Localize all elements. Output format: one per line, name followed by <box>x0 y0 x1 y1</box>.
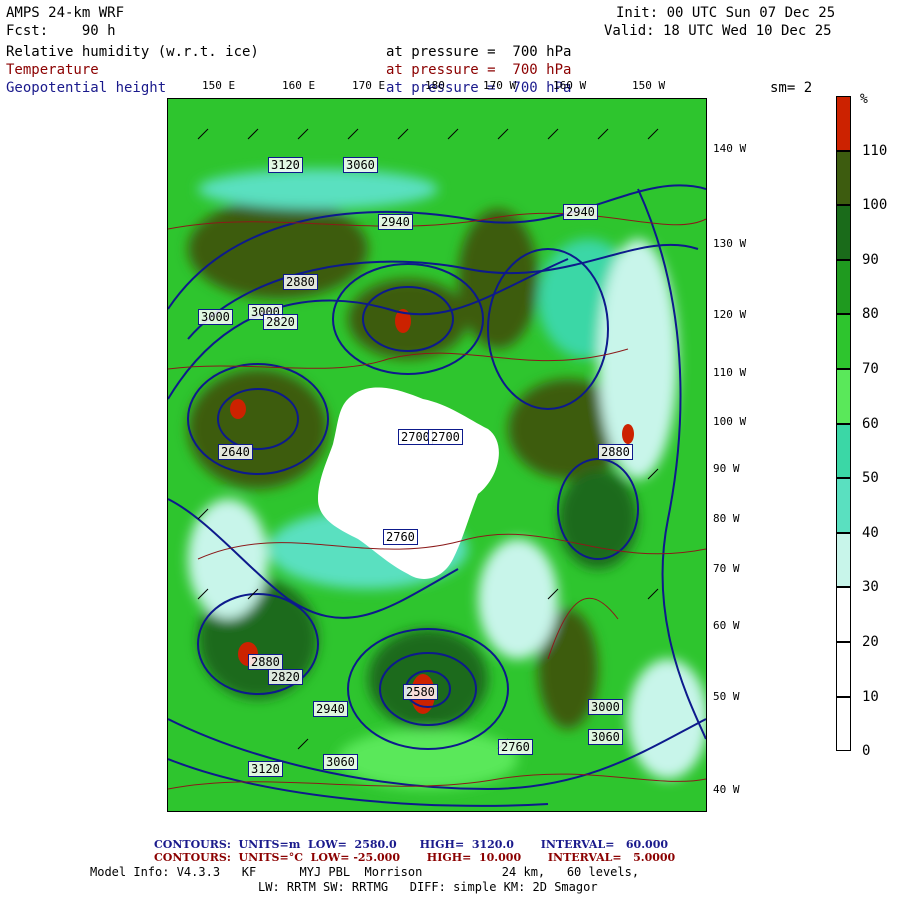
longitude-label: 150 E <box>202 79 236 92</box>
latitude-label: 70 W <box>713 562 740 575</box>
height-contour-label: 2820 <box>263 314 298 330</box>
latitude-label: 120 W <box>713 308 747 321</box>
height-contour-label: 2760 <box>498 739 533 755</box>
longitude-label: 170 W <box>483 79 517 92</box>
colorbar-tick-label: 60 <box>862 415 879 432</box>
height-contour-label: 2880 <box>283 274 318 290</box>
longitude-label: 160 E <box>282 79 316 92</box>
height-contour-label: 3000 <box>588 699 623 715</box>
height-contour-label: 2880 <box>248 654 283 670</box>
height-contour-label: 2700 <box>428 429 463 445</box>
latitude-label: 50 W <box>713 690 740 703</box>
footer-height-contours: CONTOURS: UNITS=m LOW= 2580.0 HIGH= 3120… <box>154 838 668 851</box>
colorbar-tick-label: 100 <box>862 197 888 214</box>
smoothing-label: sm= 2 <box>770 80 813 96</box>
latitude-label: 80 W <box>713 512 740 525</box>
model-title: AMPS 24-km WRF <box>6 5 125 21</box>
longitude-label: 160 W <box>553 79 587 92</box>
colorbar-segment <box>836 259 851 315</box>
colorbar-tick-label: 20 <box>862 634 879 650</box>
colorbar-segment <box>836 150 851 206</box>
latitude-label: 40 W <box>713 783 740 796</box>
height-contour-label: 2940 <box>378 214 413 230</box>
height-contour-label: 2760 <box>383 529 418 545</box>
latitude-label: 110 W <box>713 366 747 379</box>
colorbar-unit: % <box>860 92 868 107</box>
latitude-label: 140 W <box>713 142 747 155</box>
forecast-hour: Fcst: 90 h <box>6 23 116 39</box>
colorbar-segment <box>836 478 851 533</box>
field3-name: Geopotential height <box>6 80 167 96</box>
height-contour-label: 3060 <box>588 729 623 745</box>
field2-name: Temperature <box>6 62 99 78</box>
longitude-label: 180 <box>425 79 445 92</box>
map-panel: 3120 3060 3000 2940 2880 2820 2760 2700 2640 2580… <box>167 98 707 812</box>
valid-time: Valid: 18 UTC Wed 10 Dec 25 <box>604 23 832 39</box>
init-time: Init: 00 UTC Sun 07 Dec 25 <box>616 5 836 21</box>
colorbar-tick-label: 10 <box>862 688 879 705</box>
height-contour-label: 3120 <box>248 761 283 777</box>
colorbar-segment <box>836 205 851 260</box>
colorbar-tick-label: 30 <box>862 579 879 596</box>
colorbar-segment <box>836 642 851 697</box>
footer-physics-info: LW: RRTM SW: RRTMG DIFF: simple KM: 2D S… <box>258 880 598 894</box>
height-contour-label: 3060 <box>323 754 358 770</box>
height-contour-label: 2940 <box>313 701 348 717</box>
colorbar-tick-label: 50 <box>862 470 879 487</box>
latitude-label: 60 W <box>713 619 740 632</box>
colorbar-segment <box>836 696 851 752</box>
latitude-label: 90 W <box>713 462 740 475</box>
height-contour-label: 3000 <box>198 309 233 325</box>
field1-level: at pressure = 700 hPa <box>386 44 572 60</box>
colorbar-segment <box>836 587 851 642</box>
latitude-label: 100 W <box>713 415 747 428</box>
field3-level: at pressure = 700 hPa <box>386 80 572 96</box>
field2-level: at pressure = 700 hPa <box>386 62 572 78</box>
height-contour-label: 3120 <box>268 157 303 173</box>
longitude-label: 150 W <box>632 79 666 92</box>
footer-model-info: Model Info: V4.3.3 KF MYJ PBL Morrison 2… <box>90 865 640 879</box>
colorbar-segment <box>836 532 851 588</box>
colorbar-segment <box>836 96 851 151</box>
colorbar-tick-label: 70 <box>862 361 879 377</box>
footer-temperature-contours: CONTOURS: UNITS=°C LOW= -25.000 HIGH= 10… <box>154 851 676 864</box>
longitude-label: 170 E <box>352 79 386 92</box>
colorbar-tick-label: 90 <box>862 251 879 268</box>
height-contour-label: 2580 <box>403 684 438 700</box>
height-contour-label: 3060 <box>343 157 378 173</box>
field1-name: Relative humidity (w.r.t. ice) <box>6 44 259 60</box>
height-contour-label: 2940 <box>563 204 598 220</box>
colorbar-segment <box>836 423 851 479</box>
height-contour-label: 2880 <box>598 444 633 460</box>
colorbar-tick-label: 40 <box>862 524 879 541</box>
height-contour-label: 2820 <box>268 669 303 685</box>
height-contour-label: 2640 <box>218 444 253 460</box>
colorbar-segment <box>836 314 851 369</box>
latitude-label: 130 W <box>713 237 747 250</box>
colorbar-tick-label: 0 <box>862 743 871 760</box>
colorbar-tick-label: 80 <box>862 306 879 323</box>
colorbar-segment <box>836 369 851 424</box>
colorbar-tick-label: 110 <box>862 142 888 159</box>
